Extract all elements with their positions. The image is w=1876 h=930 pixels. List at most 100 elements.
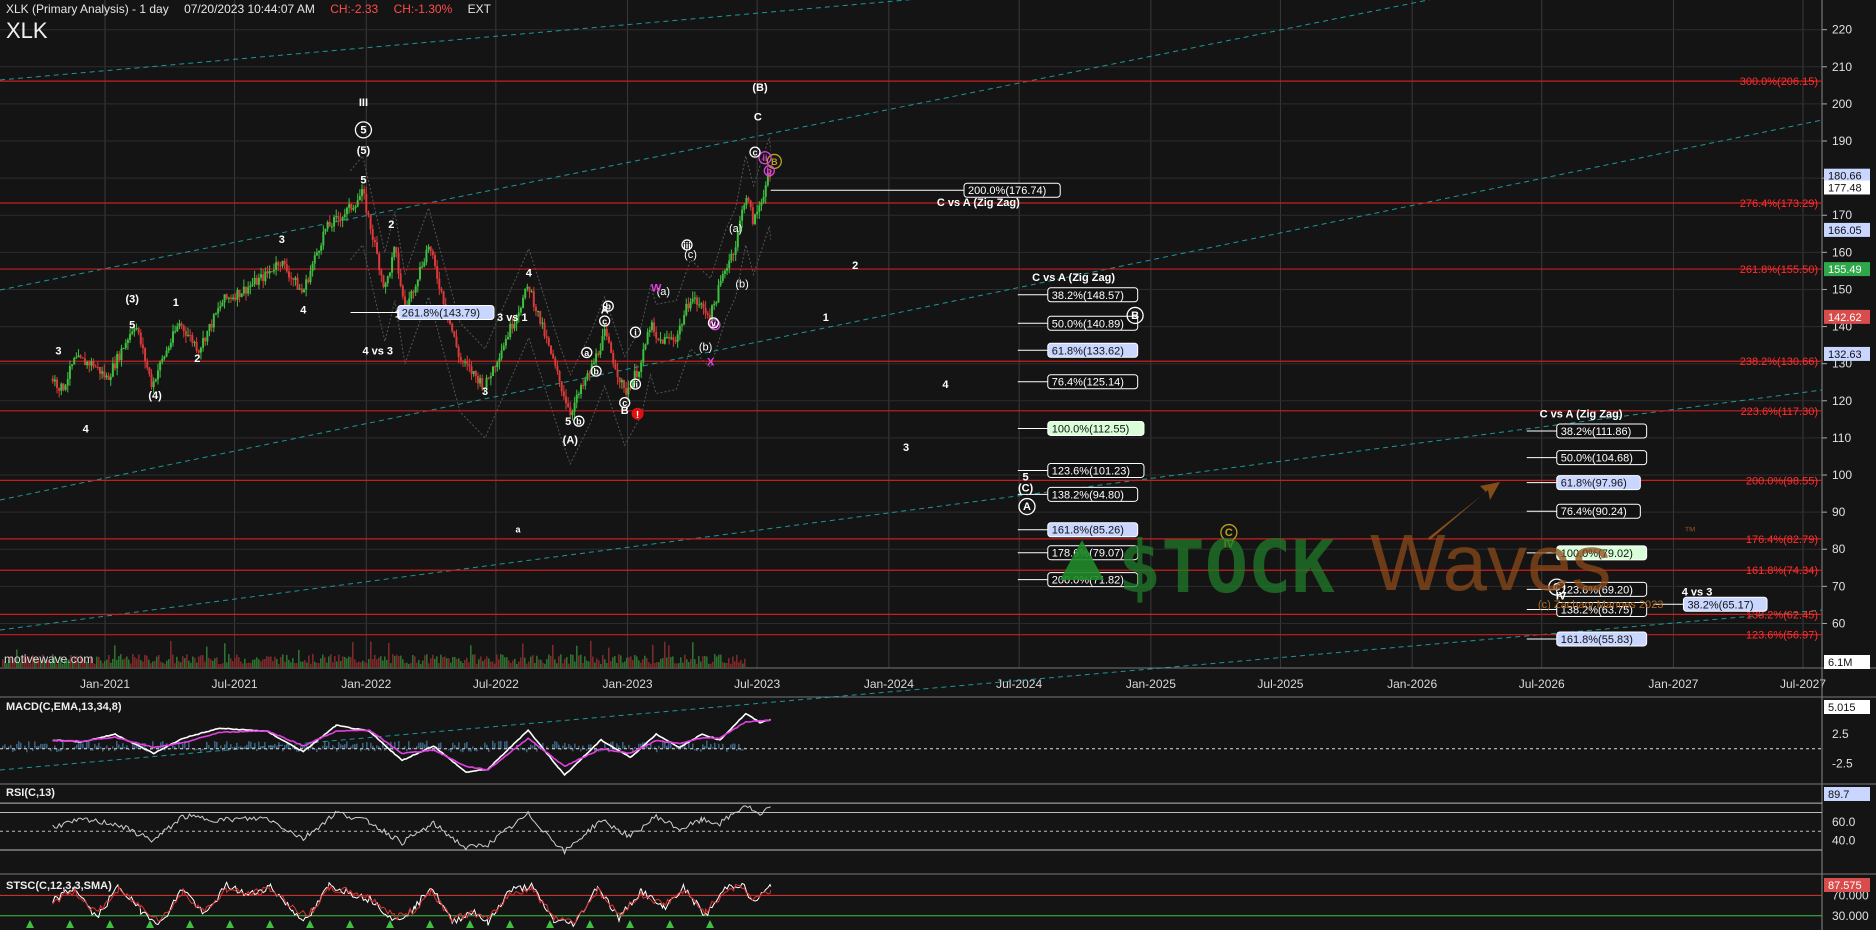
volume-bar-446 xyxy=(446,658,448,668)
candle-body-64 xyxy=(189,334,192,336)
macd-hist-18 xyxy=(18,741,20,749)
volume-bar-126 xyxy=(126,656,128,668)
volume-bar-494 xyxy=(494,663,496,668)
candle-body-103 xyxy=(272,269,275,272)
x-tick-10: Jan-2026 xyxy=(1387,677,1437,691)
candle-body-19 xyxy=(92,361,95,367)
volume-bar-588 xyxy=(588,661,590,668)
macd-hist-86 xyxy=(86,740,88,749)
volume-bar-424 xyxy=(424,655,426,668)
volume-bar-652 xyxy=(652,644,654,668)
x-tick-12: Jan-2027 xyxy=(1648,677,1698,691)
candle-body-152 xyxy=(378,253,381,271)
candle-body-263 xyxy=(616,369,619,378)
wave-label-22: 5 xyxy=(565,416,571,428)
candle-body-104 xyxy=(275,262,278,270)
candle-body-300 xyxy=(696,297,699,305)
volume-bar-590 xyxy=(590,640,592,668)
volume-bar-172 xyxy=(172,654,174,668)
macd-hist-230 xyxy=(230,744,232,749)
volume-bar-112 xyxy=(112,659,114,668)
volume-bar-208 xyxy=(208,657,210,668)
volume-bar-142 xyxy=(142,661,144,668)
volume-bar-240 xyxy=(240,661,242,668)
candle-body-61 xyxy=(182,325,185,332)
price-box-label-5: 132.63 xyxy=(1828,349,1862,361)
volume-bar-490 xyxy=(490,661,492,668)
candle-body-93 xyxy=(251,284,254,286)
candle-body-209 xyxy=(500,350,503,359)
candle-body-194 xyxy=(468,364,471,367)
candle-body-44 xyxy=(146,361,149,368)
candle-body-74 xyxy=(210,324,213,328)
volume-bar-100 xyxy=(100,660,102,668)
volume-bar-474 xyxy=(474,654,476,668)
volume-bar-632 xyxy=(632,660,634,668)
price-box-label-6: 6.1M xyxy=(1828,657,1852,669)
wave-label-34: X xyxy=(707,357,715,369)
macd-hist-670 xyxy=(670,743,672,749)
proj-label-20: 38.2%(65.17) xyxy=(1687,599,1753,611)
wave-label-7: 4 xyxy=(83,423,90,435)
candle-body-278 xyxy=(648,330,651,333)
volume-bar-154 xyxy=(154,660,156,668)
candle-body-286 xyxy=(665,336,668,338)
candle-body-266 xyxy=(622,379,625,388)
macd-hist-342 xyxy=(342,745,344,749)
candle-body-293 xyxy=(680,324,683,326)
volume-bar-540 xyxy=(540,659,542,668)
macd-title: MACD(C,EMA,13,34,8) xyxy=(6,701,122,713)
candle-body-117 xyxy=(303,289,306,293)
volume-bar-622 xyxy=(622,662,624,668)
candle-body-88 xyxy=(240,293,243,297)
volume-bar-470 xyxy=(470,645,472,668)
macd-hist-332 xyxy=(332,744,334,749)
macd-hist-254 xyxy=(254,742,256,749)
macd-hist-80 xyxy=(80,741,82,749)
candle-body-253 xyxy=(595,353,598,363)
volume-bar-304 xyxy=(304,660,306,668)
volume-bar-234 xyxy=(234,657,236,668)
volume-bar-354 xyxy=(354,659,356,668)
macd-hist-196 xyxy=(196,748,198,751)
wave-label-10: (4) xyxy=(148,390,162,402)
volume-bar-480 xyxy=(480,656,482,668)
candle-body-14 xyxy=(81,357,84,359)
macd-hist-352 xyxy=(352,744,354,749)
volume-bar-512 xyxy=(512,660,514,668)
macd-hist-76 xyxy=(76,744,78,749)
macd-hist-460 xyxy=(460,748,462,752)
volume-bar-418 xyxy=(418,660,420,668)
macd-hist-286 xyxy=(286,743,288,749)
volume-bar-454 xyxy=(454,657,456,668)
candle-body-283 xyxy=(659,339,662,341)
volume-bar-124 xyxy=(124,658,126,668)
candle-body-110 xyxy=(287,271,290,278)
volume-bar-148 xyxy=(148,659,150,668)
macd-hist-710 xyxy=(710,744,712,749)
volume-bar-648 xyxy=(648,662,650,668)
macd-hist-406 xyxy=(406,748,408,752)
change-percent: CH:-1.30% xyxy=(393,2,453,16)
volume-bar-110 xyxy=(110,662,112,668)
volume-bar-192 xyxy=(192,656,194,668)
macd-hist-628 xyxy=(628,744,630,749)
candle-body-126 xyxy=(322,231,325,246)
volume-bar-376 xyxy=(376,659,378,668)
candle-body-75 xyxy=(212,314,215,328)
candle-body-51 xyxy=(161,358,164,362)
candle-body-185 xyxy=(449,319,452,324)
candle-body-18 xyxy=(90,361,93,366)
volume-bar-314 xyxy=(314,661,316,668)
macd-hist-126 xyxy=(126,745,128,749)
volume-bar-338 xyxy=(338,654,340,668)
candle-body-106 xyxy=(279,265,282,267)
stoch-value-label: 87.575 xyxy=(1828,880,1862,892)
macd-hist-262 xyxy=(262,746,264,749)
volume-bar-606 xyxy=(606,662,608,668)
volume-bar-620 xyxy=(620,655,622,668)
candle-body-193 xyxy=(466,361,469,365)
volume-bar-306 xyxy=(306,662,308,668)
volume-bar-214 xyxy=(214,658,216,668)
wave-circle-label-2: B xyxy=(1131,310,1139,322)
